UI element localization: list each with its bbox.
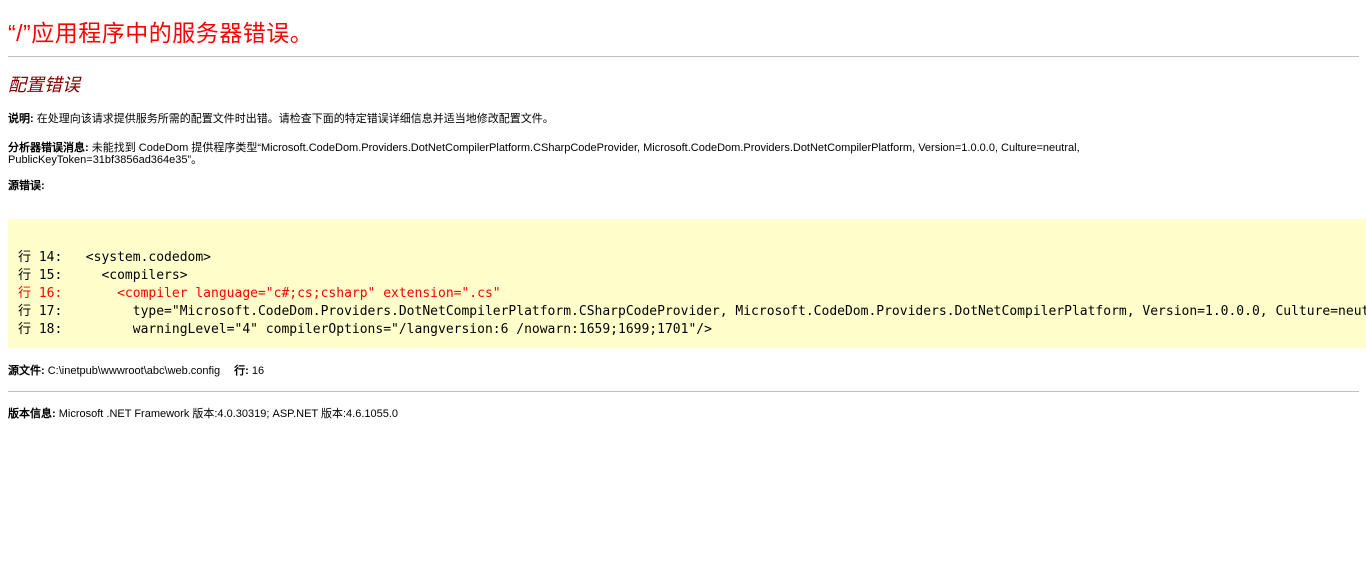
- parser-error-message: 分析器错误消息: 未能找到 CodeDom 提供程序类型“Microsoft.C…: [8, 142, 1358, 166]
- source-code-block: 行 14: <system.codedom> 行 15: <compilers> 行…: [8, 219, 1366, 348]
- code-line: 行 17: type="Microsoft.CodeDom.Providers.…: [18, 304, 1366, 319]
- version-text: Microsoft .NET Framework 版本:4.0.30319; A…: [55, 408, 399, 420]
- description: 说明: 在处理向该请求提供服务所需的配置文件时出错。请检查下面的特定错误详细信息…: [8, 113, 1358, 125]
- title-divider: [8, 56, 1359, 57]
- code-line: 行 18: warningLevel="4" compilerOptions="…: [18, 322, 712, 337]
- footer-divider: [8, 391, 1359, 392]
- code-line-error: 行 16: <compiler language="c#;cs;csharp" …: [18, 286, 501, 301]
- source-code: 行 14: <system.codedom> 行 15: <compilers> 行…: [8, 219, 1366, 339]
- source-line-label: 行:: [234, 365, 249, 377]
- parser-error-text: 未能找到 CodeDom 提供程序类型“Microsoft.CodeDom.Pr…: [88, 142, 1080, 154]
- parser-error-text-cont: PublicKeyToken=31bf3856ad364e35”。: [8, 154, 203, 166]
- source-file-label: 源文件:: [8, 365, 45, 377]
- error-subtitle: 配置错误: [8, 75, 80, 95]
- version-info: 版本信息: Microsoft .NET Framework 版本:4.0.30…: [8, 408, 398, 420]
- source-error-heading: 源错误:: [8, 180, 1358, 192]
- source-error-label: 源错误:: [8, 180, 45, 192]
- error-page: “/”应用程序中的服务器错误。 配置错误 说明: 在处理向该请求提供服务所需的配…: [0, 0, 1366, 192]
- source-file-info: 源文件: C:\inetpub\wwwroot\abc\web.config 行:…: [8, 365, 264, 377]
- source-file-path: C:\inetpub\wwwroot\abc\web.config: [44, 365, 221, 377]
- version-label: 版本信息:: [8, 408, 56, 420]
- parser-error-label: 分析器错误消息:: [8, 142, 89, 154]
- code-line: 行 14: <system.codedom>: [18, 250, 212, 265]
- source-line-value: 16: [248, 365, 265, 377]
- description-label: 说明:: [8, 113, 34, 125]
- code-line: 行 15: <compilers>: [18, 268, 188, 283]
- description-text: 在处理向该请求提供服务所需的配置文件时出错。请检查下面的特定错误详细信息并适当地…: [33, 113, 554, 125]
- page-title: “/”应用程序中的服务器错误。: [8, 20, 314, 46]
